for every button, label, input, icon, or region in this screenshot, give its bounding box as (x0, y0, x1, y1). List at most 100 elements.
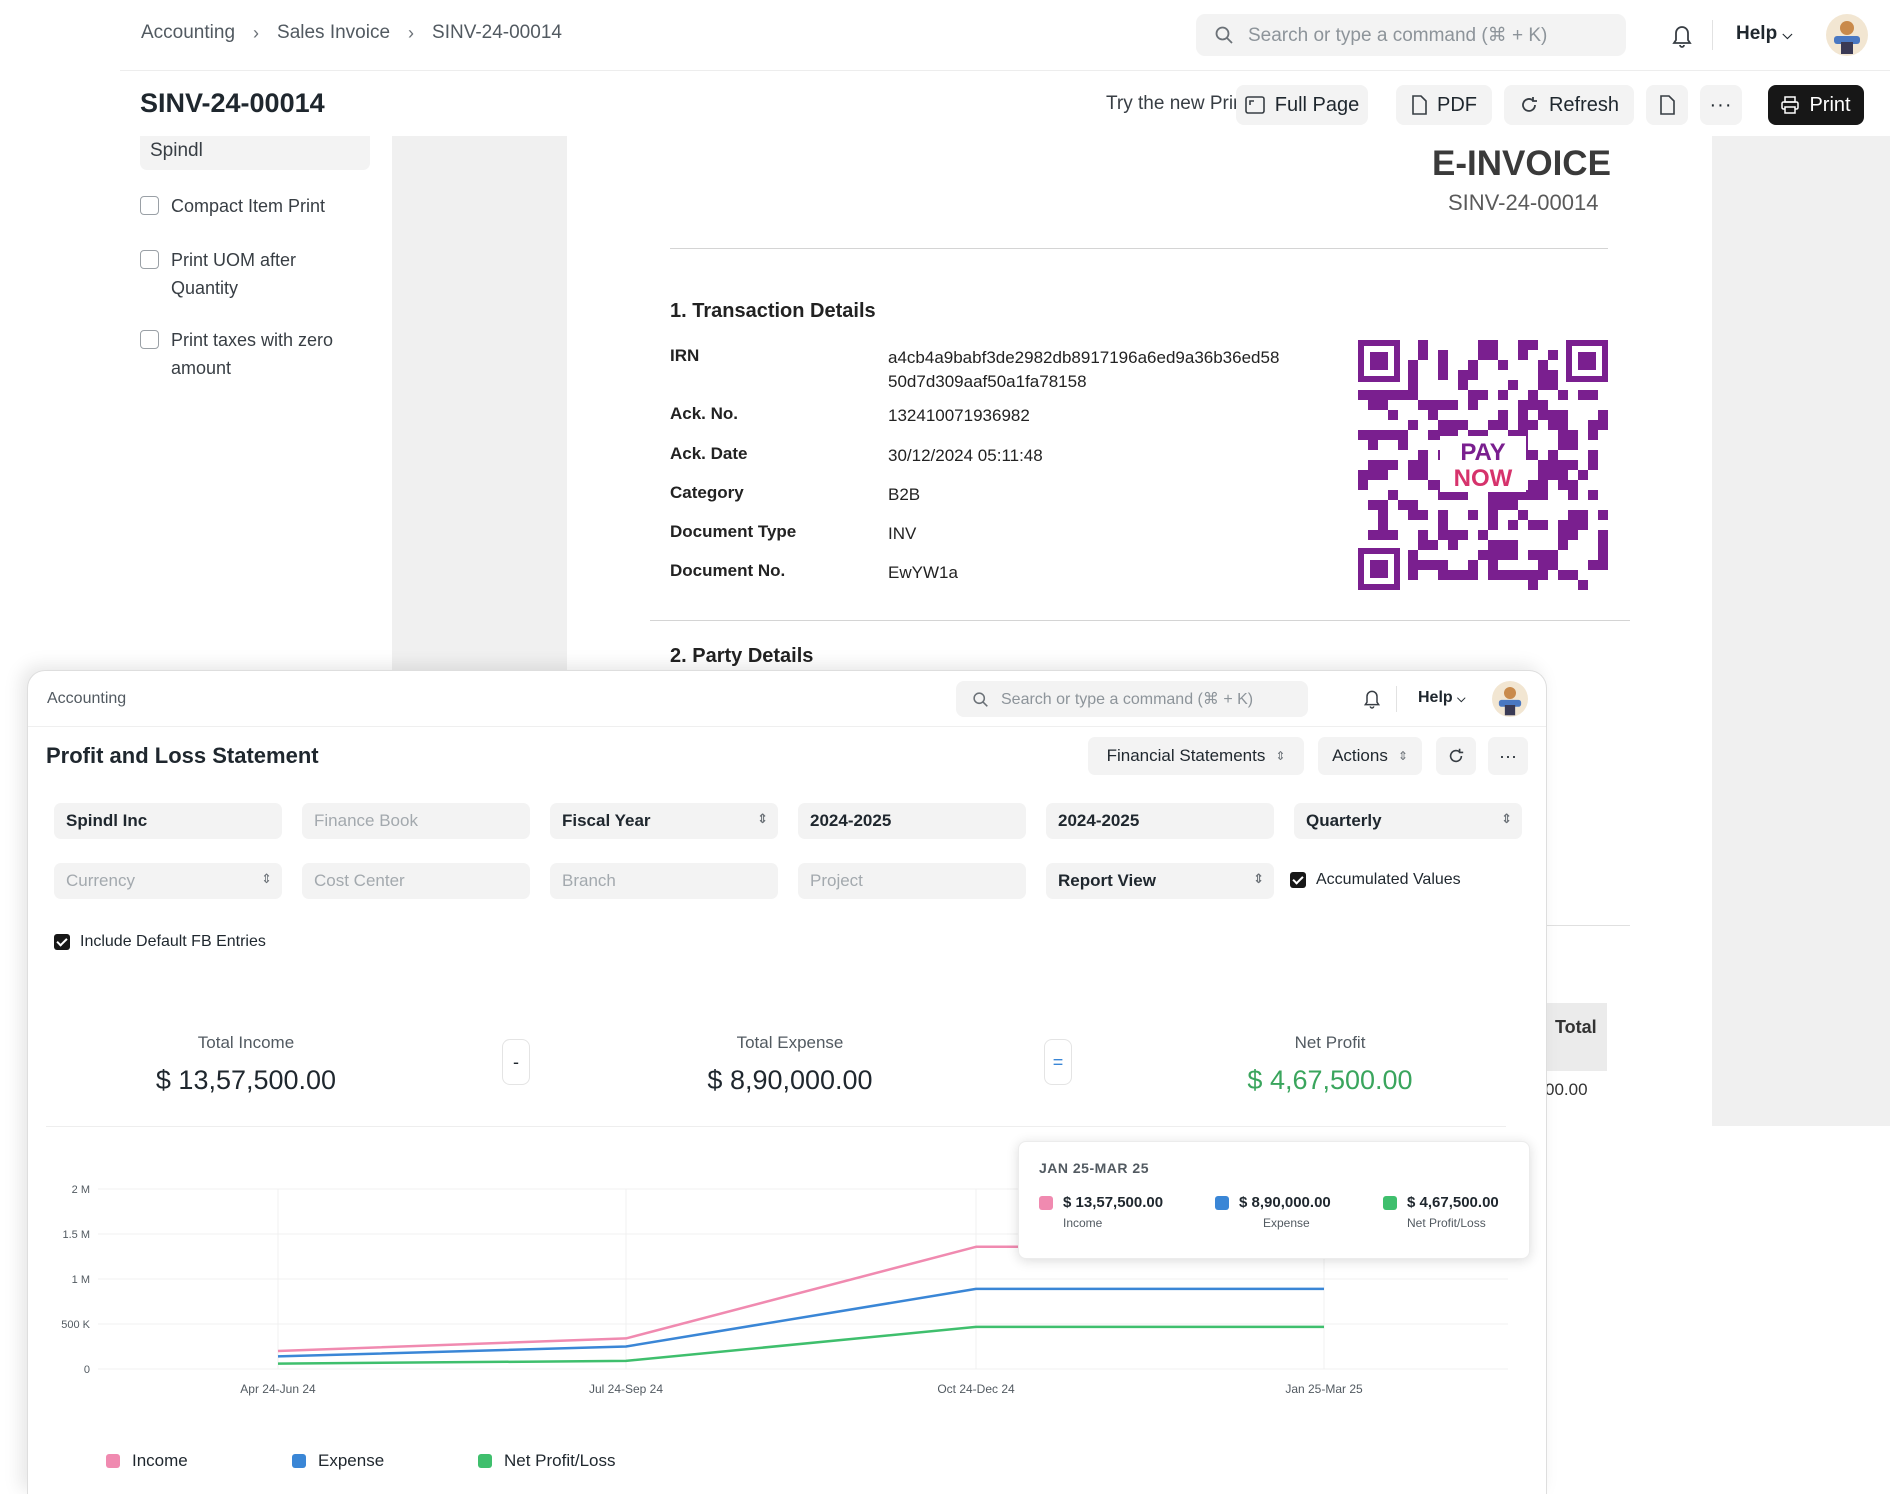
legend-expense[interactable]: Expense (292, 1451, 384, 1471)
more-options-button[interactable]: ··· (1488, 737, 1528, 775)
new-document-button[interactable] (1646, 85, 1688, 125)
qr-module (1558, 570, 1568, 580)
bell-icon[interactable] (1670, 22, 1694, 48)
chevron-updown-icon: ⇕ (1501, 811, 1512, 826)
breadcrumb-accounting[interactable]: Accounting (141, 22, 235, 44)
search-input[interactable]: Search or type a command (⌘ + K) (1196, 14, 1626, 56)
refresh-report-button[interactable] (1436, 737, 1476, 775)
qr-module (1458, 420, 1468, 430)
qr-module (1398, 440, 1408, 450)
print-taxes-zero-amount-checkbox[interactable]: Print taxes with zero amount (140, 326, 360, 382)
qr-module (1368, 400, 1378, 410)
printer-icon (1781, 96, 1800, 114)
detail-value: 132410071936982 (888, 406, 1030, 425)
qr-module (1538, 480, 1548, 490)
qr-module (1598, 530, 1608, 540)
qr-module (1578, 510, 1588, 520)
actions-button[interactable]: Actions ⇕ (1318, 737, 1422, 775)
print-button[interactable]: Print (1768, 85, 1864, 125)
qr-module (1388, 530, 1398, 540)
y-tick-label: 1.5 M (62, 1229, 90, 1241)
currency-select[interactable]: Currency ⇕ (54, 863, 282, 899)
to-fiscal-year-filter[interactable]: 2024-2025 (1046, 803, 1274, 839)
tooltip-period: JAN 25-MAR 25 (1039, 1160, 1149, 1176)
qr-module (1588, 390, 1598, 400)
qr-module (1488, 420, 1498, 430)
checkbox-box[interactable] (140, 330, 159, 349)
checkbox-box[interactable] (140, 250, 159, 269)
net-profit-swatch (478, 1454, 492, 1468)
financial-statements-button[interactable]: Financial Statements ⇕ (1088, 737, 1304, 775)
help-menu[interactable]: Help ⌵ (1418, 689, 1465, 707)
qr-module (1418, 510, 1428, 520)
qr-module (1398, 390, 1408, 400)
qr-module (1388, 430, 1398, 440)
qr-module (1538, 410, 1548, 420)
qr-module (1498, 420, 1508, 430)
qr-module (1448, 530, 1458, 540)
detail-value: INV (888, 524, 917, 543)
legend-income[interactable]: Income (106, 1451, 188, 1471)
refresh-label: Refresh (1548, 93, 1620, 116)
checkbox-checked[interactable] (54, 934, 70, 950)
qr-module (1558, 410, 1568, 420)
print-uom-after-quantity-checkbox[interactable]: Print UOM after Quantity (140, 246, 340, 302)
qr-module (1498, 500, 1508, 510)
filter-based-on-select[interactable]: Fiscal Year ⇕ (550, 803, 778, 839)
accumulated-values-checkbox[interactable]: Accumulated Values (1290, 871, 1461, 889)
qr-module (1408, 470, 1418, 480)
qr-module (1388, 460, 1398, 470)
chevron-right-icon: › (408, 22, 415, 43)
qr-pay-text: PAY (1460, 439, 1505, 466)
qr-module (1388, 490, 1398, 500)
qr-module (1548, 350, 1558, 360)
qr-module (1408, 360, 1418, 370)
checkbox-checked[interactable] (1290, 872, 1306, 888)
pdf-button[interactable]: PDF (1396, 85, 1492, 125)
qr-module (1548, 560, 1558, 570)
report-view-select[interactable]: Report View ⇕ (1046, 863, 1274, 899)
cost-center-filter[interactable]: Cost Center (302, 863, 530, 899)
refresh-button[interactable]: Refresh (1504, 85, 1634, 125)
legend-net-profit[interactable]: Net Profit/Loss (478, 1451, 616, 1471)
net-profit-swatch (1383, 1196, 1397, 1210)
project-filter[interactable]: Project (798, 863, 1026, 899)
branch-filter[interactable]: Branch (550, 863, 778, 899)
from-fiscal-year-filter[interactable]: 2024-2025 (798, 803, 1026, 839)
qr-module (1528, 520, 1538, 530)
letterhead-select[interactable]: Spindl (140, 136, 370, 170)
chevron-down-icon: ⌵ (1457, 693, 1466, 705)
page-title: SINV-24-00014 (140, 88, 325, 118)
qr-module (1598, 560, 1608, 570)
avatar[interactable] (1492, 681, 1528, 717)
full-page-button[interactable]: Full Page (1236, 85, 1368, 125)
x-tick-label: Jan 25-Mar 25 (1285, 1382, 1363, 1396)
more-options-button[interactable]: ··· (1700, 85, 1742, 125)
help-menu[interactable]: Help ⌵ (1736, 23, 1792, 45)
qr-module (1438, 510, 1448, 520)
breadcrumb-sales-invoice[interactable]: Sales Invoice (277, 22, 390, 44)
refresh-icon (1522, 97, 1537, 112)
detail-key: Category (670, 483, 744, 502)
chevron-updown-icon: ⇕ (1275, 749, 1286, 763)
divider (1712, 20, 1713, 50)
qr-module (1538, 360, 1548, 370)
search-input[interactable]: Search or type a command (⌘ + K) (956, 681, 1308, 717)
finance-book-filter[interactable]: Finance Book (302, 803, 530, 839)
top-navbar: Accounting › Sales Invoice › SINV-24-000… (0, 0, 1890, 70)
compact-item-print-checkbox[interactable]: Compact Item Print (140, 192, 325, 220)
avatar[interactable] (1826, 14, 1868, 56)
breadcrumb-accounting[interactable]: Accounting (47, 690, 126, 708)
periodicity-select[interactable]: Quarterly ⇕ (1294, 803, 1522, 839)
full-page-label: Full Page (1274, 93, 1360, 116)
include-default-fb-checkbox[interactable]: Include Default FB Entries (54, 933, 266, 951)
bell-icon[interactable] (1362, 687, 1382, 709)
chevron-updown-icon: ⇕ (1253, 871, 1264, 886)
help-label: Help (1418, 689, 1453, 706)
qr-module (1358, 480, 1368, 490)
qr-module (1438, 360, 1448, 370)
company-filter[interactable]: Spindl Inc (54, 803, 282, 839)
checkbox-box[interactable] (140, 196, 159, 215)
qr-module (1518, 420, 1528, 430)
breadcrumb-current[interactable]: SINV-24-00014 (432, 22, 562, 44)
